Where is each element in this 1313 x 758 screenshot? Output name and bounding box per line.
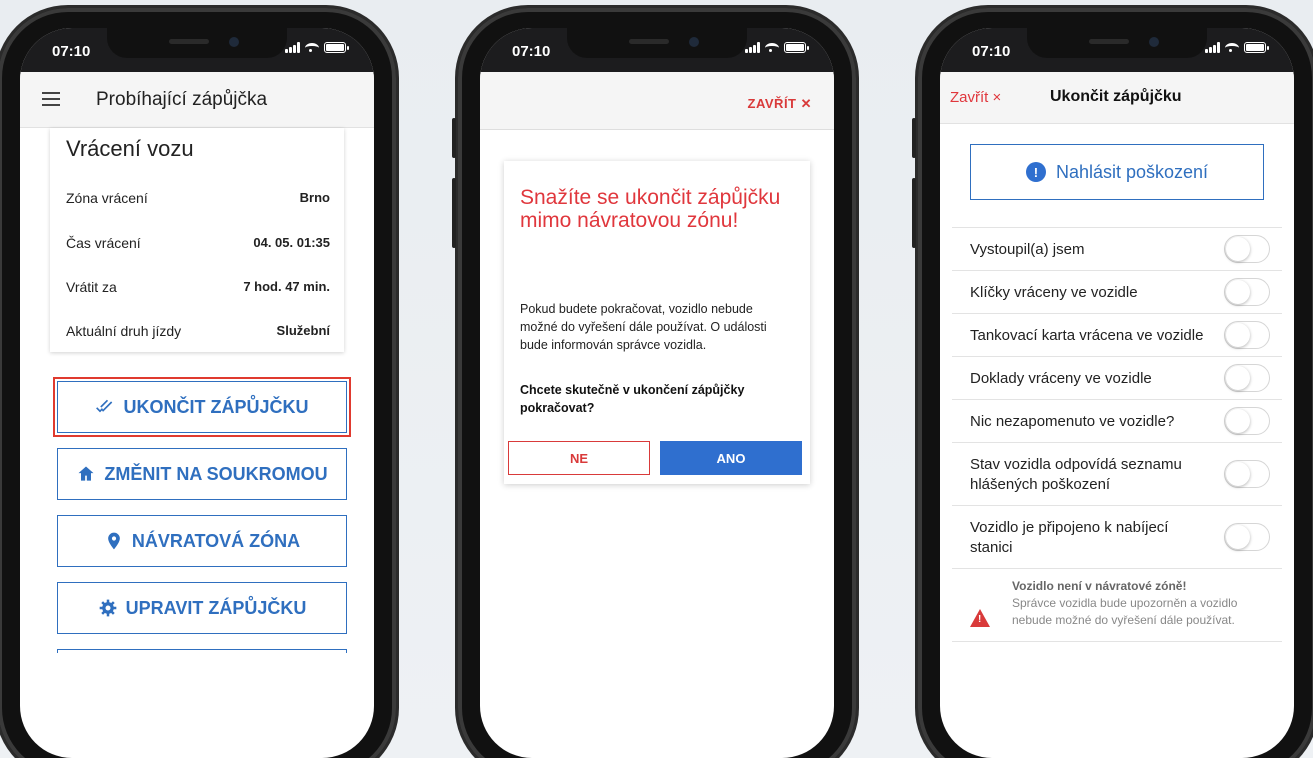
info-row: Čas vrácení 04. 05. 01:35 [66, 235, 330, 259]
checklist-label: Vozidlo je připojeno k nabíjecí stanici [970, 519, 1169, 556]
app-header: Zavřít × Ukončit zápůjčku [940, 72, 1294, 124]
confirm-dialog: Snažíte se ukončit zápůjčku mimo návrato… [504, 161, 810, 484]
signal-icon [285, 42, 300, 53]
edit-rental-button[interactable]: UPRAVIT ZÁPŮJČKU [57, 582, 347, 634]
zone-warning: ! Vozidlo není v návratové zóně! Správce… [952, 568, 1282, 642]
warning-icon: ! [970, 609, 990, 627]
toggle-switch[interactable] [1224, 278, 1270, 306]
row-label: Vrátit za [66, 279, 117, 295]
yes-button[interactable]: ANO [660, 441, 802, 475]
app-header: ZAVŘÍT ✕ [480, 72, 834, 130]
status-time: 07:10 [52, 43, 91, 60]
return-zone-label: NÁVRATOVÁ ZÓNA [131, 530, 301, 551]
checklist-item: Stav vozidla odpovídá seznamu hlášených … [952, 442, 1282, 505]
warning-title: Vozidlo není v návratové zóně! [1012, 579, 1187, 593]
row-value: Služební [276, 323, 330, 338]
dialog-body: Pokud budete pokračovat, vozidlo nebude … [520, 302, 767, 352]
battery-icon [1244, 42, 1269, 53]
gear-icon [99, 599, 116, 617]
info-row: Vrátit za 7 hod. 47 min. [66, 279, 330, 303]
warning-body: Správce vozidla bude upozorněn a vozidlo… [1012, 596, 1238, 627]
wifi-icon [305, 42, 319, 53]
checklist-item: Vystoupil(a) jsem [952, 227, 1282, 270]
battery-icon [324, 42, 349, 53]
app-header: Probíhající zápůjčka [20, 72, 374, 128]
checklist-label: Klíčky vráceny ve vozidle [970, 284, 1138, 301]
home-icon [78, 466, 94, 481]
change-private-button[interactable]: ZMĚNIT NA SOUKROMOU [57, 448, 347, 500]
toggle-switch[interactable] [1224, 523, 1270, 551]
info-row: Aktuální druh jízdy Služební [66, 323, 330, 347]
toggle-switch[interactable] [1224, 321, 1270, 349]
phone-3: 07:10 Zavřít × Ukončit zápůjčku ! Nahlás… [912, 8, 1313, 758]
end-rental-label: UKONČIT ZÁPŮJČKU [123, 396, 309, 417]
row-label: Zóna vrácení [66, 190, 148, 206]
phone-1-screen: 07:10 Probíhající zápůjčka Vrácení vozu … [20, 28, 374, 758]
checklist-item: Vozidlo je připojeno k nabíjecí stanici [952, 505, 1282, 568]
change-private-label: ZMĚNIT NA SOUKROMOU [104, 463, 328, 484]
location-pin-icon [107, 532, 120, 550]
toggle-switch[interactable] [1224, 364, 1270, 392]
report-damage-label: Nahlásit poškození [1055, 161, 1209, 182]
end-rental-button[interactable]: UKONČIT ZÁPŮJČKU [57, 381, 347, 433]
info-row: Zóna vrácení Brno [66, 190, 330, 214]
return-card: Vrácení vozu Zóna vrácení Brno Čas vrácen… [50, 128, 344, 352]
battery-icon [784, 42, 809, 53]
toggle-switch[interactable] [1224, 235, 1270, 263]
page-title: Ukončit zápůjčku [1050, 88, 1182, 105]
return-zone-button[interactable]: NÁVRATOVÁ ZÓNA [57, 515, 347, 567]
checklist-item: Nic nezapomenuto ve vozidle? [952, 399, 1282, 442]
double-check-icon [96, 399, 113, 413]
phone-2-screen: 07:10 ZAVŘÍT ✕ Snažíte se ukončit zápůjč… [480, 28, 834, 758]
card-title: Vrácení vozu [66, 136, 194, 161]
signal-icon [745, 42, 760, 53]
wifi-icon [765, 42, 779, 53]
phone-2: 07:10 ZAVŘÍT ✕ Snažíte se ukončit zápůjč… [452, 8, 856, 758]
edit-rental-label: UPRAVIT ZÁPŮJČKU [125, 597, 307, 618]
wifi-icon [1225, 42, 1239, 53]
status-time: 07:10 [512, 43, 551, 60]
checklist-label: Stav vozidla odpovídá seznamu hlášených … [970, 456, 1182, 493]
partial-button [57, 649, 347, 653]
checklist-label: Doklady vráceny ve vozidle [970, 370, 1152, 387]
checklist-label: Nic nezapomenuto ve vozidle? [970, 413, 1175, 430]
row-value: 7 hod. 47 min. [243, 279, 330, 294]
phone-1: 07:10 Probíhající zápůjčka Vrácení vozu … [0, 8, 396, 758]
info-icon: ! [1025, 162, 1046, 182]
toggle-switch[interactable] [1224, 460, 1270, 488]
checklist-item: Tankovací karta vrácena ve vozidle [952, 313, 1282, 356]
toggle-switch[interactable] [1224, 407, 1270, 435]
checklist-label: Tankovací karta vrácena ve vozidle [970, 327, 1204, 344]
report-damage-button[interactable]: ! Nahlásit poškození [970, 144, 1264, 200]
close-button[interactable]: Zavřít × [950, 89, 1001, 106]
signal-icon [1205, 42, 1220, 53]
close-button[interactable]: ZAVŘÍT ✕ [748, 96, 812, 112]
phone-3-screen: 07:10 Zavřít × Ukončit zápůjčku ! Nahlás… [940, 28, 1294, 758]
checklist-item: Klíčky vráceny ve vozidle [952, 270, 1282, 313]
row-value: 04. 05. 01:35 [253, 235, 330, 250]
page-title: Probíhající zápůjčka [96, 89, 268, 110]
dialog-question: Chcete skutečně v ukončení zápůjčky pokr… [520, 383, 745, 415]
status-time: 07:10 [972, 43, 1011, 60]
menu-icon[interactable] [42, 92, 60, 110]
row-label: Čas vrácení [66, 235, 141, 251]
row-value: Brno [299, 190, 330, 205]
no-button[interactable]: NE [508, 441, 650, 475]
dialog-title: Snažíte se ukončit zápůjčku mimo návrato… [520, 186, 781, 232]
checklist: Vystoupil(a) jsem Klíčky vráceny ve vozi… [952, 227, 1282, 642]
checklist-item: Doklady vráceny ve vozidle [952, 356, 1282, 399]
checklist-label: Vystoupil(a) jsem [970, 241, 1085, 258]
row-label: Aktuální druh jízdy [66, 323, 182, 339]
